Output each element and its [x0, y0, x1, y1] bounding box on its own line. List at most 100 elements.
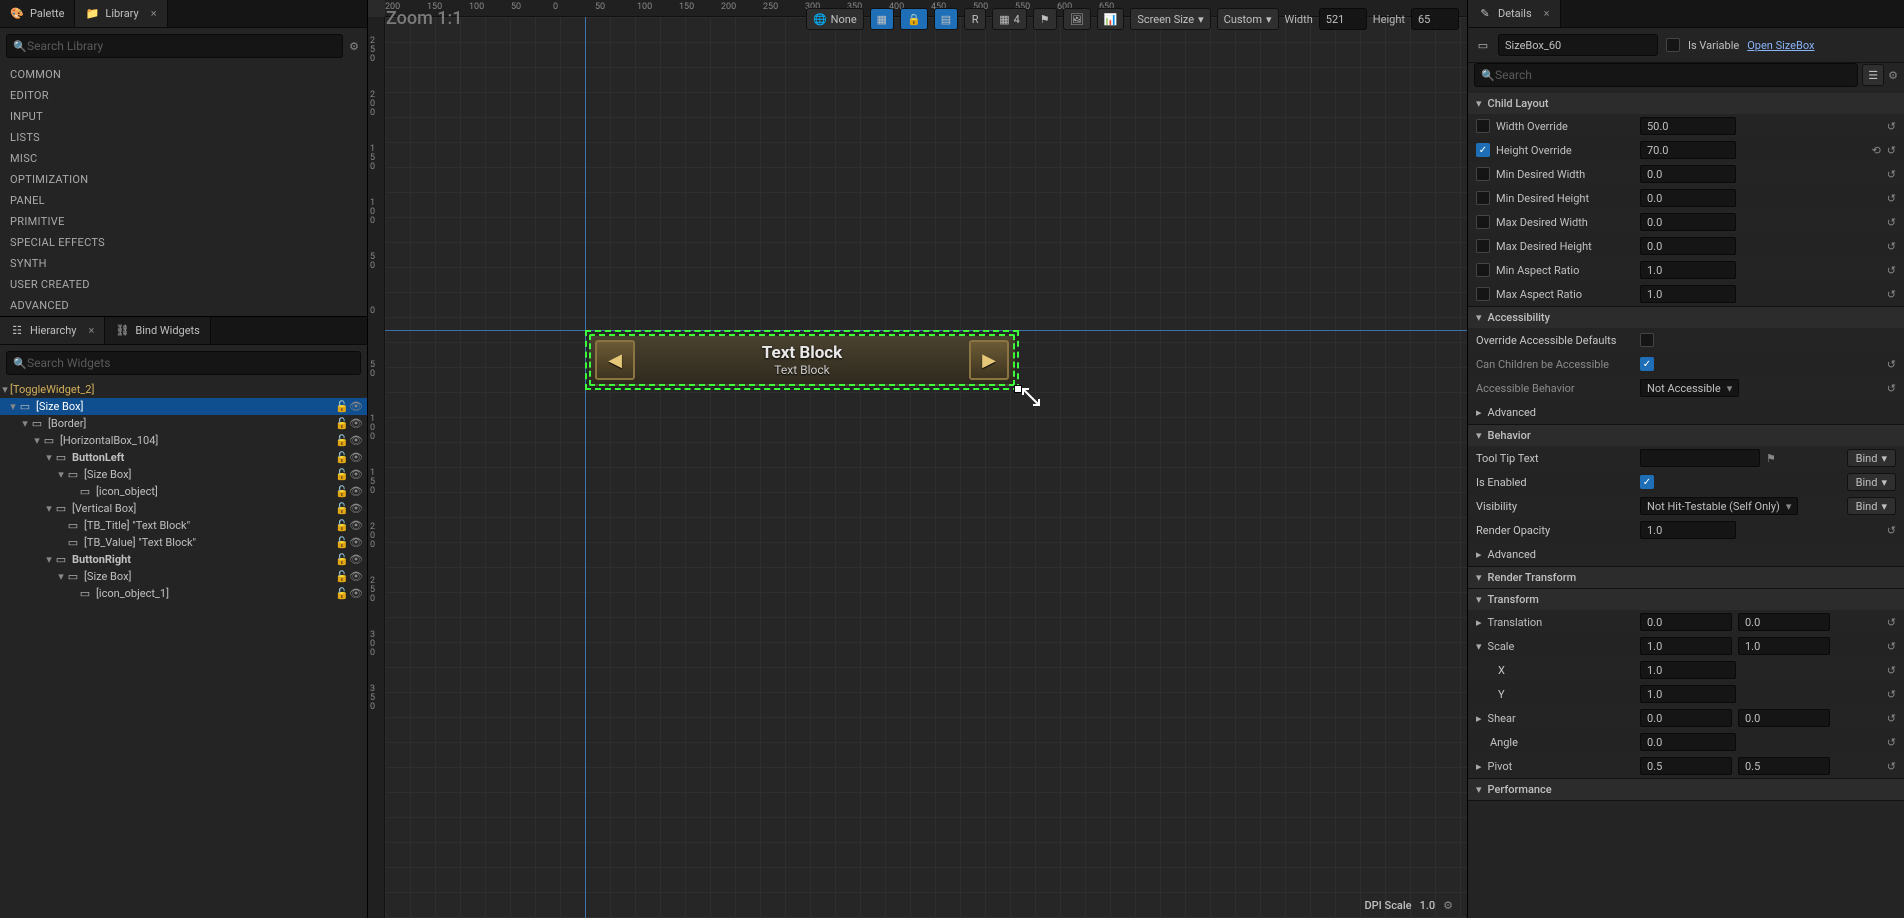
- is-variable-checkbox[interactable]: [1666, 38, 1680, 52]
- outline-toggle[interactable]: ▦: [870, 8, 894, 30]
- hierarchy-item[interactable]: ▾ ▭ [HorizontalBox_104] 🔓 👁: [0, 432, 367, 449]
- bind-button[interactable]: Bind▾: [1847, 473, 1896, 491]
- visibility-icon[interactable]: 👁: [349, 485, 363, 498]
- reset-icon[interactable]: ↺: [1887, 712, 1896, 725]
- bind-button[interactable]: Bind▾: [1847, 497, 1896, 515]
- lock-icon[interactable]: 🔓: [335, 587, 349, 600]
- override-checkbox[interactable]: [1476, 215, 1490, 229]
- hierarchy-item[interactable]: ▾ ▭ [Vertical Box] 🔓 👁: [0, 500, 367, 517]
- expand-toggle[interactable]: ▾: [56, 468, 66, 481]
- revert-icon[interactable]: ⟲: [1872, 144, 1881, 157]
- expand-icon[interactable]: ▸: [1476, 760, 1482, 773]
- section-header[interactable]: ▾Transform: [1468, 589, 1904, 610]
- hierarchy-item[interactable]: ▭ [TB_Value] "Text Block" 🔓 👁: [0, 534, 367, 551]
- reset-icon[interactable]: ↺: [1887, 288, 1896, 301]
- checkbox[interactable]: [1640, 475, 1654, 489]
- tab-hierarchy[interactable]: ☷ Hierarchy ×: [0, 317, 105, 344]
- hierarchy-item[interactable]: ▭ [icon_object_1] 🔓 👁: [0, 585, 367, 602]
- x-input[interactable]: [1640, 613, 1732, 631]
- value-input[interactable]: [1640, 165, 1736, 183]
- override-checkbox[interactable]: [1476, 263, 1490, 277]
- hierarchy-item[interactable]: ▾ ▭ [Size Box] 🔓 👁: [0, 466, 367, 483]
- override-checkbox[interactable]: [1476, 287, 1490, 301]
- expand-icon[interactable]: ▸: [1476, 616, 1482, 629]
- reset-icon[interactable]: ↺: [1887, 382, 1896, 395]
- expand-toggle[interactable]: ▾: [44, 451, 54, 464]
- gear-icon[interactable]: ⚙: [1443, 899, 1453, 912]
- lock-icon[interactable]: 🔓: [335, 570, 349, 583]
- value-input[interactable]: [1640, 237, 1736, 255]
- visibility-icon[interactable]: 👁: [349, 570, 363, 583]
- library-search-input[interactable]: [27, 39, 336, 53]
- value-input[interactable]: [1640, 285, 1736, 303]
- hierarchy-item[interactable]: ▾ ▭ ButtonRight 🔓 👁: [0, 551, 367, 568]
- lock-icon[interactable]: 🔓: [335, 553, 349, 566]
- selected-widget-frame[interactable]: ◀ Text Block Text Block ▶: [585, 330, 1019, 390]
- y-input[interactable]: [1738, 637, 1830, 655]
- override-checkbox[interactable]: [1476, 239, 1490, 253]
- lock-icon[interactable]: 🔓: [335, 468, 349, 481]
- visibility-icon[interactable]: 👁: [349, 417, 363, 430]
- lock-icon[interactable]: 🔓: [335, 519, 349, 532]
- value-input[interactable]: [1640, 661, 1736, 679]
- override-checkbox[interactable]: [1476, 167, 1490, 181]
- checkbox[interactable]: [1640, 333, 1654, 347]
- reset-icon[interactable]: ↺: [1887, 264, 1896, 277]
- expand-toggle[interactable]: [56, 536, 66, 549]
- visibility-icon[interactable]: 👁: [349, 536, 363, 549]
- section-header[interactable]: ▾Child Layout: [1468, 93, 1904, 114]
- lock-icon[interactable]: 🔓: [335, 451, 349, 464]
- lock-toggle[interactable]: 🔒: [900, 8, 928, 30]
- value-input[interactable]: [1640, 213, 1736, 231]
- designer-canvas[interactable]: ◀ Text Block Text Block ▶: [385, 17, 1467, 918]
- hierarchy-item[interactable]: ▾ ▭ ButtonLeft 🔓 👁: [0, 449, 367, 466]
- section-header[interactable]: ▾Accessibility: [1468, 307, 1904, 328]
- hierarchy-item[interactable]: ▭ [icon_object] 🔓 👁: [0, 483, 367, 500]
- expand-toggle[interactable]: ▾: [20, 417, 30, 430]
- tooltip-input[interactable]: [1640, 449, 1760, 467]
- layout-toggle[interactable]: ▤: [934, 8, 958, 30]
- y-input[interactable]: [1738, 709, 1830, 727]
- x-input[interactable]: [1640, 637, 1732, 655]
- palette-category[interactable]: SYNTH: [0, 253, 367, 274]
- palette-category[interactable]: OPTIMIZATION: [0, 169, 367, 190]
- r-button[interactable]: R: [964, 8, 986, 30]
- expand-toggle[interactable]: [56, 519, 66, 532]
- reset-icon[interactable]: ↺: [1887, 688, 1896, 701]
- reset-icon[interactable]: ↺: [1887, 760, 1896, 773]
- hierarchy-item[interactable]: ▾ ▭ [Size Box] 🔓 👁: [0, 398, 367, 415]
- lang-button[interactable]: 🌐None: [806, 8, 864, 30]
- opacity-input[interactable]: [1640, 521, 1736, 539]
- button-left[interactable]: ◀: [595, 340, 635, 380]
- y-input[interactable]: [1738, 757, 1830, 775]
- hierarchy-item[interactable]: ▾ ▭ [Size Box] 🔓 👁: [0, 568, 367, 585]
- expand-icon[interactable]: ▸: [1476, 712, 1482, 725]
- lock-icon[interactable]: 🔓: [335, 434, 349, 447]
- loc-button[interactable]: ⚑: [1033, 8, 1057, 30]
- palette-category[interactable]: SPECIAL EFFECTS: [0, 232, 367, 253]
- custom-dropdown[interactable]: Custom▾: [1217, 8, 1279, 30]
- visibility-icon[interactable]: 👁: [349, 434, 363, 447]
- close-icon[interactable]: ×: [89, 324, 95, 337]
- screen-size-dropdown[interactable]: Screen Size▾: [1130, 8, 1210, 30]
- visibility-icon[interactable]: 👁: [349, 587, 363, 600]
- chart-button[interactable]: 📊: [1097, 8, 1125, 30]
- reset-icon[interactable]: ↺: [1887, 358, 1896, 371]
- lock-icon[interactable]: 🔓: [335, 502, 349, 515]
- reset-icon[interactable]: ↺: [1887, 144, 1896, 157]
- x-input[interactable]: [1640, 757, 1732, 775]
- hierarchy-item[interactable]: ▭ [TB_Title] "Text Block" 🔓 👁: [0, 517, 367, 534]
- value-input[interactable]: [1640, 261, 1736, 279]
- x-input[interactable]: [1640, 709, 1732, 727]
- chevron-right-icon[interactable]: ▸: [1476, 406, 1482, 419]
- expand-toggle[interactable]: ▾: [0, 383, 10, 396]
- lock-icon[interactable]: 🔓: [335, 400, 349, 413]
- reset-icon[interactable]: ↺: [1887, 240, 1896, 253]
- visibility-icon[interactable]: 👁: [349, 451, 363, 464]
- hierarchy-item[interactable]: ▾ ▭ [Border] 🔓 👁: [0, 415, 367, 432]
- button-right[interactable]: ▶: [969, 340, 1009, 380]
- visibility-icon[interactable]: 👁: [349, 468, 363, 481]
- value-input[interactable]: [1640, 189, 1736, 207]
- dropdown[interactable]: Not Accessible▾: [1640, 379, 1739, 397]
- expand-toggle[interactable]: ▾: [32, 434, 42, 447]
